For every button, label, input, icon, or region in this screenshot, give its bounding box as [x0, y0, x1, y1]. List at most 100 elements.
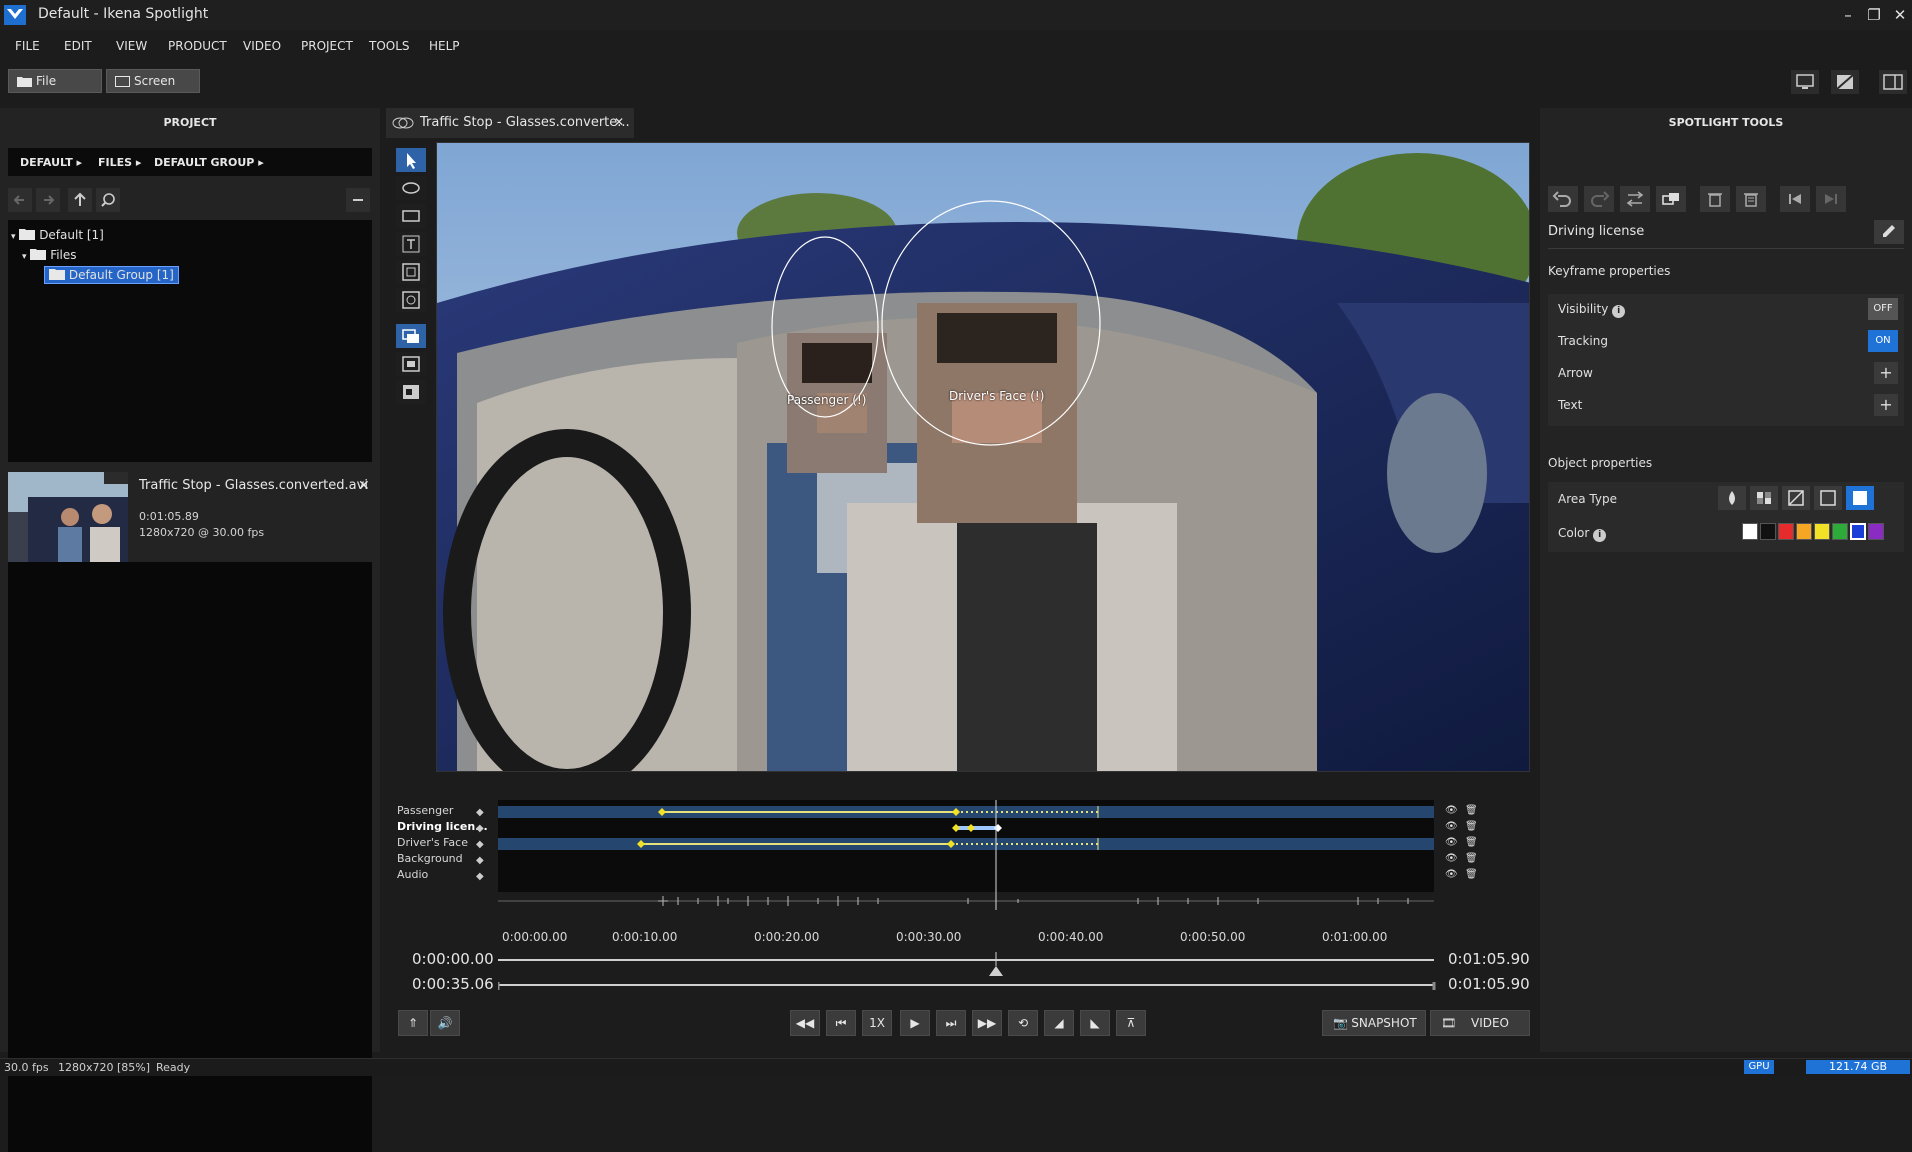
speed-button[interactable]: 1X — [862, 1010, 892, 1036]
close-window-button[interactable]: ✕ — [1888, 4, 1912, 26]
up-button[interactable] — [68, 188, 92, 212]
loop-button[interactable]: ⟲ — [1008, 1010, 1038, 1036]
track-background[interactable]: Background — [397, 852, 463, 865]
screen-mode-button[interactable]: Screen — [106, 69, 200, 93]
close-tab-button[interactable]: ✕ — [614, 115, 624, 129]
volume-button[interactable]: 🔊 — [430, 1010, 460, 1036]
menu-file[interactable]: FILE — [15, 39, 40, 53]
collapse-button[interactable] — [346, 188, 370, 212]
area-pixelate-button[interactable] — [1750, 486, 1778, 510]
menu-product[interactable]: PRODUCT — [168, 39, 227, 53]
add-text-button[interactable]: + — [1874, 394, 1898, 416]
tree-item-files[interactable]: ▾ Files — [22, 248, 77, 262]
set-out-button[interactable]: ◣ — [1080, 1010, 1110, 1036]
redo-button[interactable] — [1584, 186, 1614, 212]
ellipse-tool[interactable] — [396, 176, 426, 200]
tracking-row: Tracking ON — [1548, 326, 1898, 356]
delete-all-button[interactable] — [1736, 186, 1766, 212]
snapshot-button[interactable]: 📷 SNAPSHOT — [1322, 1010, 1426, 1036]
area-blur-button[interactable] — [1718, 486, 1746, 510]
layout-button[interactable] — [1879, 70, 1907, 94]
color-swatch[interactable] — [1742, 523, 1758, 540]
file-card[interactable]: Traffic Stop - Glasses.converted.avi 0:0… — [8, 472, 372, 562]
set-range-button[interactable]: ⊼ — [1116, 1010, 1146, 1036]
menu-tools[interactable]: TOOLS — [369, 39, 410, 53]
skip-forward-icon — [1825, 194, 1837, 204]
add-arrow-button[interactable]: + — [1874, 362, 1898, 384]
color-swatch[interactable] — [1796, 523, 1812, 540]
track-drivers-face[interactable]: Driver's Face — [397, 836, 468, 849]
info-icon: i — [1612, 305, 1626, 318]
color-swatch[interactable] — [1778, 523, 1794, 540]
color-swatch[interactable] — [1868, 523, 1884, 540]
file-mode-button[interactable]: File — [8, 69, 102, 93]
menu-view[interactable]: VIEW — [116, 39, 147, 53]
breadcrumb-files[interactable]: FILES ▸ — [98, 156, 141, 169]
remove-file-button[interactable]: ✕ — [358, 478, 370, 494]
breadcrumb-default-group[interactable]: DEFAULT GROUP ▸ — [154, 156, 264, 169]
keyframe-toggles[interactable]: ◆ ◆ ◆ ◆ ◆ — [476, 805, 484, 885]
display-button[interactable] — [1791, 70, 1819, 94]
text-tool[interactable] — [396, 232, 426, 256]
visibility-toggle[interactable]: OFF — [1868, 298, 1898, 320]
minimize-button[interactable]: – — [1836, 4, 1860, 26]
focus-tool[interactable] — [396, 288, 426, 312]
forward-button[interactable] — [36, 188, 60, 212]
area-none-button[interactable] — [1782, 486, 1810, 510]
back-button[interactable] — [8, 188, 32, 212]
video-export-button[interactable]: 🎞 VIDEO — [1430, 1010, 1530, 1036]
delete-track-buttons[interactable]: 🗑 🗑 🗑 🗑 🗑 — [1465, 803, 1478, 883]
tree-item-default-group[interactable]: Default Group [1] — [44, 266, 179, 284]
fast-forward-button[interactable]: ▶▶ — [972, 1010, 1002, 1036]
play-button[interactable]: ▶ — [900, 1010, 930, 1036]
menu-video[interactable]: VIDEO — [243, 39, 281, 53]
track-lanes[interactable] — [498, 800, 1434, 910]
no-screen-button[interactable] — [1831, 70, 1859, 94]
area-solid-button[interactable] — [1846, 486, 1874, 510]
search-button[interactable] — [96, 188, 120, 212]
area-outline-button[interactable] — [1814, 486, 1842, 510]
expand-button[interactable]: ⇑ — [398, 1010, 428, 1036]
color-swatch[interactable] — [1814, 523, 1830, 540]
menu-project[interactable]: PROJECT — [301, 39, 353, 53]
visibility-toggles[interactable]: 👁 👁 👁 👁 👁 — [1445, 803, 1458, 883]
color-swatch[interactable] — [1850, 523, 1866, 540]
tree-item-default[interactable]: ▾ Default [1] — [11, 228, 104, 242]
last-keyframe-button[interactable] — [1816, 186, 1846, 212]
rewind-button[interactable]: ◀◀ — [790, 1010, 820, 1036]
track-audio[interactable]: Audio — [397, 868, 428, 881]
link-button[interactable] — [1656, 186, 1686, 212]
track-passenger[interactable]: Passenger — [397, 804, 453, 817]
tracking-toggle[interactable]: ON — [1868, 330, 1898, 352]
track-driving-license[interactable]: Driving licen... — [397, 820, 488, 833]
maximize-button[interactable]: ❐ — [1862, 4, 1886, 26]
swap-button[interactable] — [1620, 186, 1650, 212]
undo-button[interactable] — [1548, 186, 1578, 212]
export-tool[interactable] — [396, 380, 426, 404]
status-resolution: 1280x720 [85%] — [58, 1061, 151, 1074]
export-icon — [403, 385, 419, 399]
prev-frame-button[interactable]: ⏮ — [826, 1010, 856, 1036]
color-swatch[interactable] — [1760, 523, 1776, 540]
color-swatch[interactable] — [1832, 523, 1848, 540]
frame-tool[interactable] — [396, 260, 426, 284]
fit-tool[interactable] — [396, 352, 426, 376]
first-keyframe-button[interactable] — [1780, 186, 1810, 212]
scrubber[interactable] — [498, 952, 1444, 1002]
rename-button[interactable] — [1874, 220, 1904, 244]
video-canvas[interactable]: Passenger (!) Driver's Face (!) — [436, 142, 1530, 772]
menu-help[interactable]: HELP — [429, 39, 460, 53]
next-frame-button[interactable]: ⏭ — [936, 1010, 966, 1036]
window-title: Default - Ikena Spotlight — [38, 6, 209, 22]
snapshot-label: SNAPSHOT — [1351, 1016, 1417, 1030]
tick-label: 0:00:10.00 — [612, 930, 678, 944]
text-box-icon — [402, 235, 420, 253]
menu-edit[interactable]: EDIT — [64, 39, 92, 53]
select-tool[interactable] — [396, 148, 426, 172]
delete-button[interactable] — [1700, 186, 1730, 212]
overlay-tool[interactable] — [396, 324, 426, 348]
rectangle-tool[interactable] — [396, 204, 426, 228]
set-in-button[interactable]: ◢ — [1044, 1010, 1074, 1036]
tab-video[interactable]: Traffic Stop - Glasses.converte... ✕ — [386, 108, 634, 138]
breadcrumb-default[interactable]: DEFAULT ▸ — [20, 156, 82, 169]
